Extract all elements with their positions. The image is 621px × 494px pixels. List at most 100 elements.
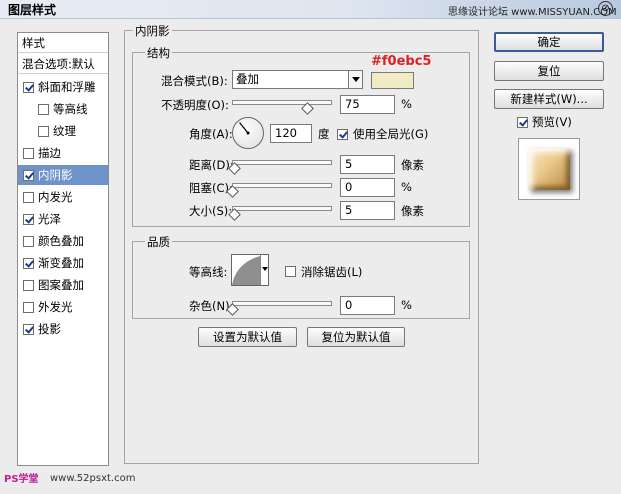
style-item-checkbox[interactable] (38, 103, 49, 115)
size-input[interactable]: 5 (340, 201, 395, 220)
style-item-label: 渐变叠加 (38, 256, 84, 270)
style-item[interactable]: 内发光 (18, 187, 108, 207)
structure-title: 结构 (145, 45, 172, 61)
watermark-text: 思缘设计论坛 www.MISSYUAN.COM (448, 7, 617, 18)
style-item-label: 等高线 (53, 102, 88, 116)
close-icon[interactable]: ⊘ (598, 1, 613, 16)
blending-options-label: 混合选项:默认 (22, 56, 95, 71)
opacity-label: 不透明度(O): (161, 98, 229, 112)
style-item[interactable]: 光泽 (18, 209, 108, 229)
style-item-checkbox[interactable] (23, 81, 34, 93)
distance-input[interactable]: 5 (340, 155, 395, 174)
styles-list: 样式 混合选项:默认 斜面和浮雕等高线纹理描边内阴影内发光光泽颜色叠加渐变叠加图… (17, 32, 109, 466)
chevron-down-icon (348, 71, 362, 88)
style-item-label: 纹理 (53, 124, 76, 138)
style-item-checkbox[interactable] (38, 125, 49, 137)
style-item-label: 投影 (38, 322, 61, 336)
shadow-color-swatch[interactable] (371, 72, 414, 89)
style-preview-swatch (528, 148, 570, 190)
panel-title: 内阴影 (133, 23, 172, 39)
blending-options-item[interactable]: 混合选项:默认 (18, 54, 108, 74)
style-item-label: 图案叠加 (38, 278, 84, 292)
choke-input[interactable]: 0 (340, 178, 395, 197)
opacity-input[interactable]: 75 (340, 95, 395, 114)
distance-label: 距离(D): (189, 158, 234, 172)
footer-logo-text: PS学堂 (4, 474, 39, 485)
style-item-checkbox[interactable] (23, 213, 34, 225)
quality-title: 品质 (145, 234, 172, 250)
blend-mode-label: 混合模式(B): (161, 74, 228, 88)
style-item-checkbox[interactable] (23, 191, 34, 203)
choke-unit: % (401, 180, 412, 194)
choke-label: 阻塞(C): (189, 181, 233, 195)
style-item-checkbox[interactable] (23, 235, 34, 247)
angle-unit: 度 (318, 127, 330, 141)
make-default-button[interactable]: 设置为默认值 (198, 327, 297, 347)
opacity-slider[interactable] (232, 100, 332, 105)
style-item-checkbox[interactable] (23, 257, 34, 269)
opacity-unit: % (401, 97, 412, 111)
style-item-label: 内发光 (38, 190, 73, 204)
style-item-checkbox[interactable] (23, 169, 34, 181)
contour-curve-icon (232, 256, 260, 285)
quality-group: 品质 等高线: 消除锯齿(L) 杂色(N): 0 % (132, 234, 470, 319)
size-label: 大小(S): (189, 204, 233, 218)
style-item-checkbox[interactable] (23, 147, 34, 159)
style-item[interactable]: 外发光 (18, 297, 108, 317)
title-bar: 图层样式 思缘设计论坛 www.MISSYUAN.COM ⊘ (0, 0, 621, 19)
ok-button[interactable]: 确定 (494, 32, 604, 52)
color-annotation: #f0ebc5 (371, 54, 432, 69)
angle-label: 角度(A): (189, 127, 233, 141)
contour-label: 等高线: (189, 265, 228, 279)
new-style-button[interactable]: 新建样式(W)... (494, 89, 604, 109)
noise-unit: % (401, 298, 412, 312)
style-item-label: 描边 (38, 146, 61, 160)
style-item[interactable]: 内阴影 (18, 165, 108, 185)
style-item[interactable]: 颜色叠加 (18, 231, 108, 251)
styles-header-label: 样式 (22, 35, 45, 50)
style-item[interactable]: 纹理 (18, 121, 108, 141)
style-item-label: 颜色叠加 (38, 234, 84, 248)
reset-button[interactable]: 复位 (494, 61, 604, 81)
choke-slider[interactable] (232, 183, 332, 188)
global-light-checkbox[interactable] (337, 129, 348, 140)
style-item-checkbox[interactable] (23, 279, 34, 291)
structure-group: 结构 混合模式(B): 叠加 #f0ebc5 不透明度(O): 75 % 角度(… (132, 45, 470, 227)
blend-mode-value: 叠加 (236, 72, 259, 86)
blend-mode-select[interactable]: 叠加 (232, 70, 363, 89)
style-item[interactable]: 图案叠加 (18, 275, 108, 295)
style-item[interactable]: 描边 (18, 143, 108, 163)
angle-input[interactable]: 120 (270, 124, 312, 143)
style-item-checkbox[interactable] (23, 301, 34, 313)
angle-dial[interactable] (232, 117, 264, 149)
style-item-label: 内阴影 (38, 168, 73, 182)
noise-slider[interactable] (232, 301, 332, 306)
inner-shadow-panel: 内阴影 结构 混合模式(B): 叠加 #f0ebc5 不透明度(O): 75 %… (124, 23, 479, 464)
style-item-label: 斜面和浮雕 (38, 80, 96, 94)
style-item[interactable]: 渐变叠加 (18, 253, 108, 273)
angle-needle-icon (239, 122, 250, 135)
antialias-label: 消除锯齿(L) (301, 265, 363, 279)
contour-dropdown-icon[interactable] (260, 255, 268, 285)
style-item[interactable]: 等高线 (18, 99, 108, 119)
reset-default-button[interactable]: 复位为默认值 (307, 327, 405, 347)
noise-label: 杂色(N): (189, 299, 234, 313)
size-unit: 像素 (401, 204, 424, 218)
size-slider[interactable] (232, 206, 332, 211)
antialias-checkbox[interactable] (285, 266, 296, 277)
style-item[interactable]: 投影 (18, 319, 108, 339)
window-title: 图层样式 (8, 3, 57, 17)
distance-slider[interactable] (232, 160, 332, 165)
style-item-checkbox[interactable] (23, 323, 34, 335)
preview-label: 预览(V) (532, 115, 572, 129)
styles-header[interactable]: 样式 (18, 33, 108, 53)
style-item-label: 外发光 (38, 300, 73, 314)
noise-input[interactable]: 0 (340, 296, 395, 315)
distance-unit: 像素 (401, 158, 424, 172)
style-item-label: 光泽 (38, 212, 61, 226)
preview-checkbox[interactable] (517, 117, 528, 128)
footer-site: www.52psxt.com (50, 473, 136, 484)
contour-picker[interactable] (231, 254, 269, 286)
style-preview (518, 138, 580, 200)
style-item[interactable]: 斜面和浮雕 (18, 77, 108, 97)
